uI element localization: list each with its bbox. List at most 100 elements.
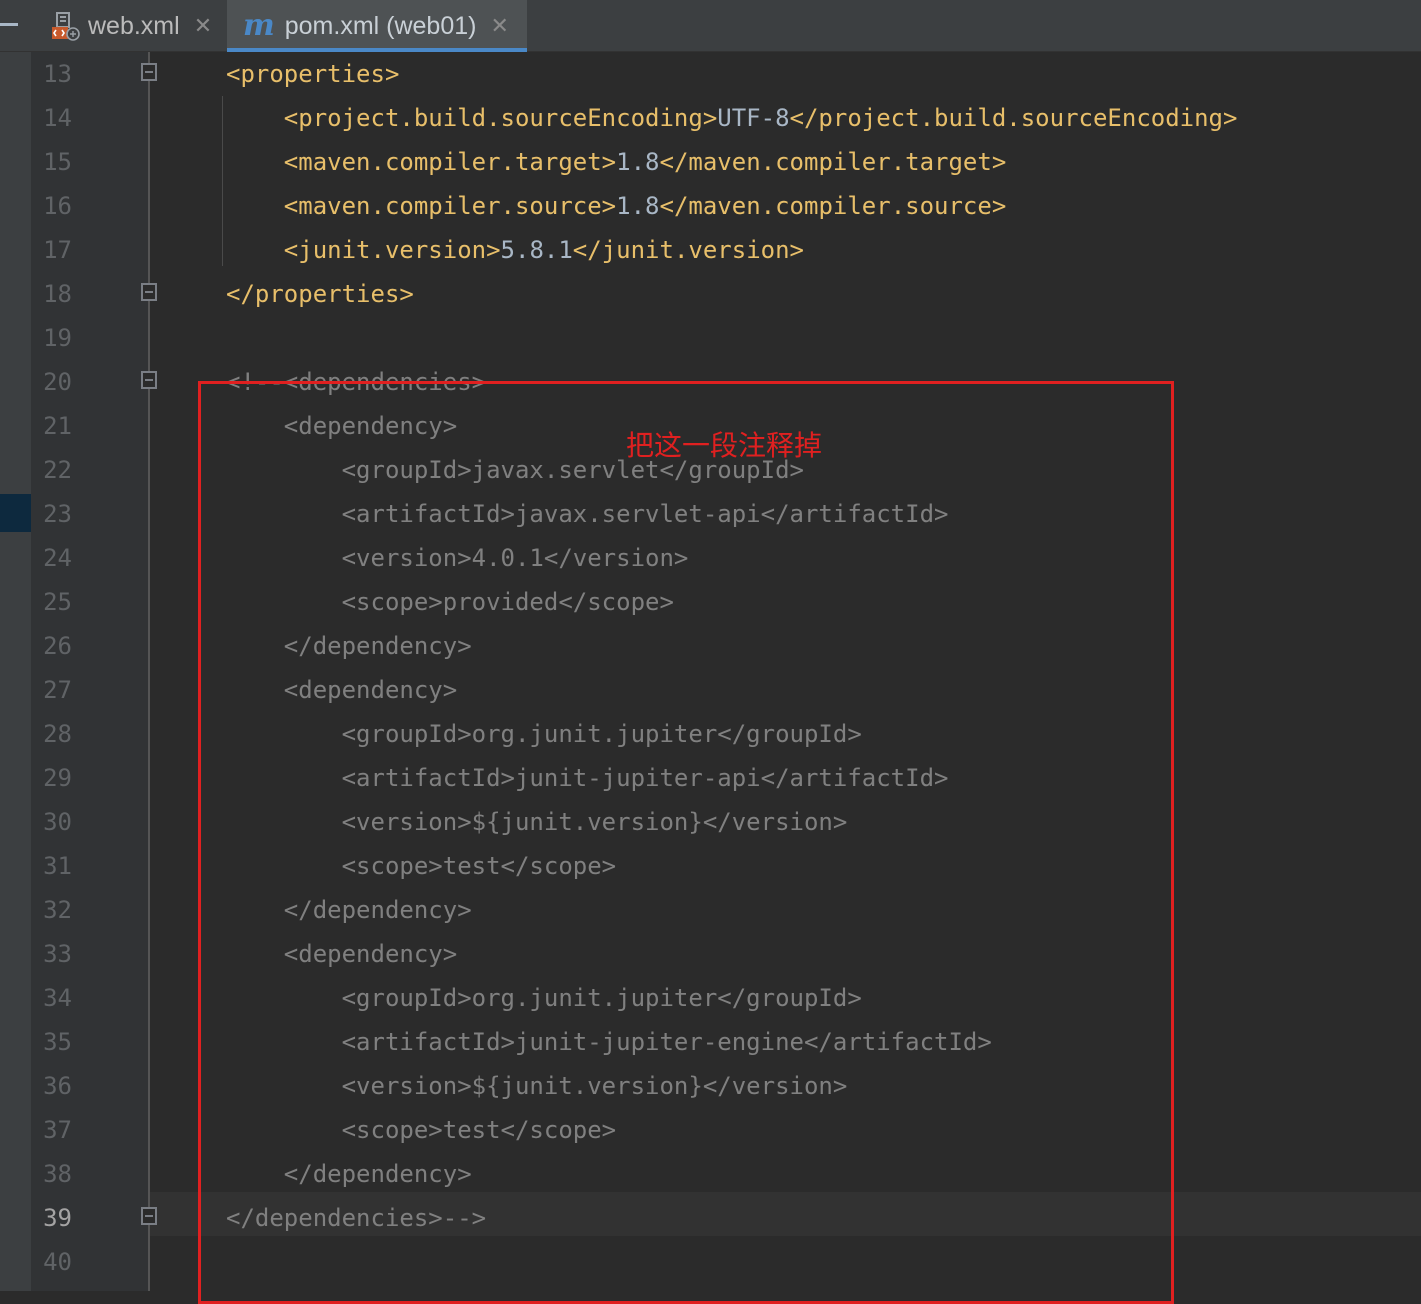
comment-text: </dependencies>-->	[226, 1204, 487, 1232]
close-icon[interactable]: ✕	[194, 13, 212, 39]
code-line[interactable]: 32 </dependency>	[0, 888, 1421, 932]
xml-open-tag: </properties>	[226, 280, 414, 308]
editor-tab-bar: web.xml ✕ m pom.xml (web01) ✕	[0, 0, 1421, 52]
line-number: 14	[43, 104, 72, 132]
fold-toggle-icon[interactable]	[141, 283, 157, 301]
close-icon[interactable]: ✕	[490, 13, 508, 39]
code-line[interactable]: 24 <version>4.0.1</version>	[0, 536, 1421, 580]
xml-open-tag: <properties>	[226, 60, 400, 88]
annotation-text: 把这一段注释掉	[626, 429, 823, 462]
code-line[interactable]: 40	[0, 1240, 1421, 1284]
code-line[interactable]: 18 </properties>	[0, 272, 1421, 316]
line-number: 27	[43, 676, 72, 704]
line-number: 37	[43, 1116, 72, 1144]
comment-text: <dependency>	[226, 676, 458, 704]
code-line[interactable]: 37 <scope>test</scope>	[0, 1108, 1421, 1152]
maven-icon: m	[243, 8, 275, 43]
line-number: 24	[43, 544, 72, 572]
line-number: 23	[43, 500, 72, 528]
code-line[interactable]: 27 <dependency>	[0, 668, 1421, 712]
code-line[interactable]: 23 <artifactId>javax.servlet-api</artifa…	[0, 492, 1421, 536]
code-editor[interactable]: 13 <properties> 14 <project.build.sourceEn…	[0, 52, 1421, 1304]
xml-value: 1.8	[616, 148, 660, 176]
line-number: 18	[43, 280, 72, 308]
xml-line: <maven.compiler.source>1.8</maven.compil…	[226, 184, 1006, 228]
comment-text: <artifactId>junit-jupiter-api</artifactI…	[226, 764, 949, 792]
xml-line: </properties>	[226, 272, 414, 316]
code-line[interactable]: 20 <!--<dependencies>	[0, 360, 1421, 404]
comment-text: <scope>test</scope>	[226, 852, 617, 880]
comment-text: </dependency>	[226, 1160, 472, 1188]
xml-line: <junit.version>5.8.1</junit.version>	[226, 228, 804, 272]
code-line[interactable]: 30 <version>${junit.version}</version>	[0, 800, 1421, 844]
fold-toggle-icon[interactable]	[141, 63, 157, 81]
code-line[interactable]: 15 <maven.compiler.target>1.8</maven.com…	[0, 140, 1421, 184]
fold-toggle-icon[interactable]	[141, 371, 157, 389]
code-line[interactable]: 31 <scope>test</scope>	[0, 844, 1421, 888]
line-number: 32	[43, 896, 72, 924]
xml-open-tag: <maven.compiler.source>	[283, 192, 617, 220]
xml-close-tag: </project.build.sourceEncoding>	[789, 104, 1238, 132]
tab-bar-handle[interactable]	[0, 23, 18, 26]
code-line[interactable]: 16 <maven.compiler.source>1.8</maven.com…	[0, 184, 1421, 228]
line-number: 28	[43, 720, 72, 748]
comment-text: </dependency>	[226, 896, 472, 924]
comment-text: <version>4.0.1</version>	[226, 544, 689, 572]
xml-value: 1.8	[616, 192, 660, 220]
comment-text: <version>${junit.version}</version>	[226, 808, 848, 836]
code-line[interactable]: 25 <scope>provided</scope>	[0, 580, 1421, 624]
comment-text: </dependency>	[226, 632, 472, 660]
code-line[interactable]: 33 <dependency>	[0, 932, 1421, 976]
xml-open-tag: <maven.compiler.target>	[283, 148, 617, 176]
line-number: 15	[43, 148, 72, 176]
line-number: 33	[43, 940, 72, 968]
line-number: 16	[43, 192, 72, 220]
xml-value: 5.8.1	[500, 236, 573, 264]
line-number: 26	[43, 632, 72, 660]
code-line[interactable]: 35 <artifactId>junit-jupiter-engine</art…	[0, 1020, 1421, 1064]
line-number: 31	[43, 852, 72, 880]
code-line[interactable]: 36 <version>${junit.version}</version>	[0, 1064, 1421, 1108]
comment-text: <artifactId>junit-jupiter-engine</artifa…	[226, 1028, 992, 1056]
code-line[interactable]: 19	[0, 316, 1421, 360]
comment-text: <groupId>org.junit.jupiter</groupId>	[226, 720, 862, 748]
fold-toggle-icon[interactable]	[141, 1207, 157, 1225]
line-number: 39	[43, 1204, 72, 1232]
code-line[interactable]: 26 </dependency>	[0, 624, 1421, 668]
comment-text: <scope>test</scope>	[226, 1116, 617, 1144]
tab-label: web.xml	[88, 11, 180, 40]
line-number: 34	[43, 984, 72, 1012]
line-number: 20	[43, 368, 72, 396]
tab-label: pom.xml (web01)	[284, 11, 477, 40]
code-line[interactable]: 14 <project.build.sourceEncoding>UTF-8</…	[0, 96, 1421, 140]
xml-open-tag: <project.build.sourceEncoding>	[283, 104, 718, 132]
code-line[interactable]: 13 <properties>	[0, 52, 1421, 96]
code-line[interactable]: 39 </dependencies>-->	[0, 1196, 1421, 1240]
code-line[interactable]: 29 <artifactId>junit-jupiter-api</artifa…	[0, 756, 1421, 800]
xml-line: <project.build.sourceEncoding>UTF-8</pro…	[226, 96, 1238, 140]
code-line[interactable]: 17 <junit.version>5.8.1</junit.version>	[0, 228, 1421, 272]
xml-open-tag: <junit.version>	[283, 236, 501, 264]
comment-text: <artifactId>javax.servlet-api</artifactI…	[226, 500, 949, 528]
comment-text: <dependency>	[226, 412, 458, 440]
tab-pom-xml[interactable]: m pom.xml (web01) ✕	[227, 0, 527, 52]
line-number: 30	[43, 808, 72, 836]
code-line[interactable]: 34 <groupId>org.junit.jupiter</groupId>	[0, 976, 1421, 1020]
comment-text: <scope>provided</scope>	[226, 588, 674, 616]
code-line[interactable]: 38 </dependency>	[0, 1152, 1421, 1196]
line-number: 21	[43, 412, 72, 440]
xml-line: <properties>	[226, 52, 399, 96]
comment-text: <version>${junit.version}</version>	[226, 1072, 848, 1100]
code-line[interactable]: 28 <groupId>org.junit.jupiter</groupId>	[0, 712, 1421, 756]
line-number: 22	[43, 456, 72, 484]
xml-close-tag: </maven.compiler.source>	[659, 192, 1007, 220]
line-number: 17	[43, 236, 72, 264]
line-number: 29	[43, 764, 72, 792]
tab-web-xml[interactable]: web.xml ✕	[36, 0, 227, 52]
line-number: 35	[43, 1028, 72, 1056]
comment-text: <dependency>	[226, 940, 458, 968]
